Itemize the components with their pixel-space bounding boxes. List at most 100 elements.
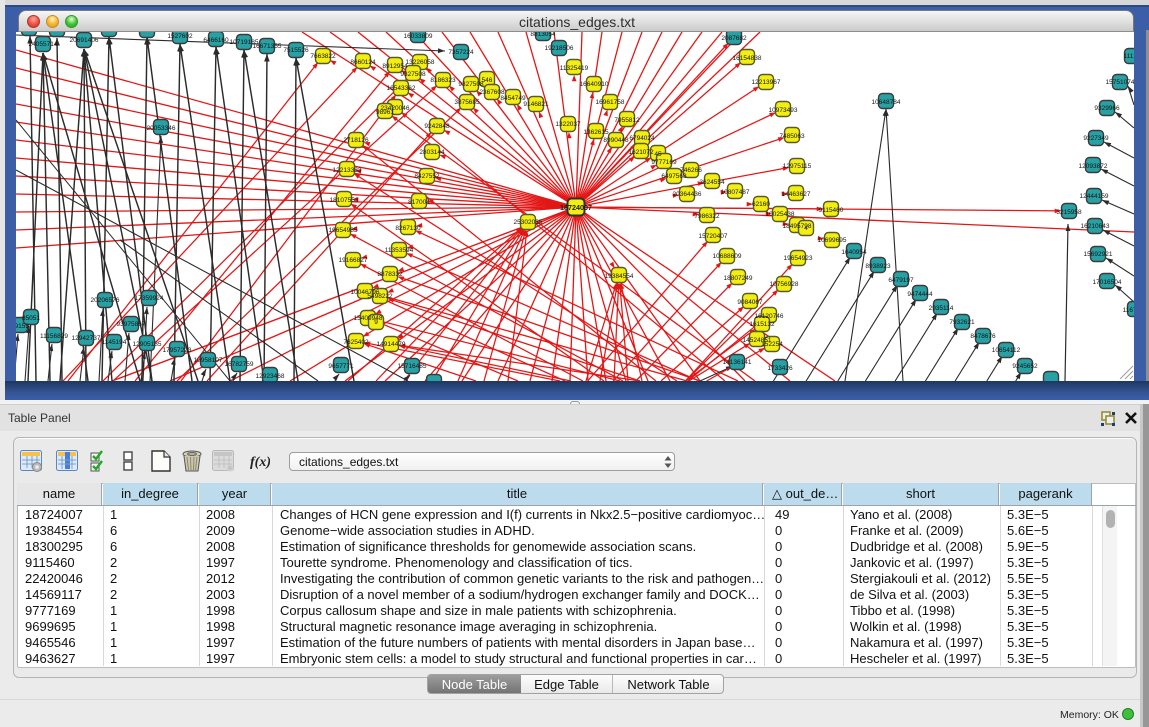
svg-text:85051: 85051 [22,315,40,322]
svg-text:13226058: 13226058 [406,59,435,66]
svg-text:16154838: 16154838 [733,55,762,62]
svg-text:93975867: 93975867 [117,321,146,328]
svg-text:20691406: 20691406 [70,37,99,44]
svg-text:f(x): f(x) [250,455,270,470]
svg-text:14914479: 14914479 [377,341,406,348]
svg-text:7625402: 7625402 [343,339,369,346]
svg-text:16120746: 16120746 [755,313,784,320]
svg-text:6466160: 6466160 [203,37,229,44]
svg-text:16640910: 16640910 [580,81,609,88]
svg-text:10756928: 10756928 [770,281,799,288]
svg-text:12905185: 12905185 [133,341,162,348]
svg-text:10973493: 10973493 [769,107,798,114]
svg-text:10699695: 10699695 [818,237,847,244]
svg-text:3215958: 3215958 [1056,209,1082,216]
svg-text:817004: 817004 [408,199,430,206]
svg-text:15409948: 15409948 [354,315,383,322]
svg-text:18807249: 18807249 [724,275,753,282]
svg-text:8186323: 8186323 [430,77,456,84]
svg-text:1362615: 1362615 [583,129,609,136]
svg-text:6497568: 6497568 [661,173,687,180]
svg-text:16210643: 16210643 [1081,223,1110,230]
svg-text:15720407: 15720407 [699,233,728,240]
svg-text:19166827: 19166827 [339,257,368,264]
svg-text:20206576: 20206576 [91,297,120,304]
svg-text:8878332: 8878332 [377,271,403,278]
svg-text:9146821: 9146821 [523,101,549,108]
svg-text:17957223: 17957223 [163,347,192,354]
svg-text:8813054: 8813054 [530,32,556,38]
svg-text:8478676: 8478676 [970,333,996,340]
svg-text:546: 546 [482,77,493,84]
svg-text:16671355: 16671355 [253,43,282,50]
svg-text:7357224: 7357224 [448,49,474,56]
svg-text:17359924: 17359924 [135,295,164,302]
svg-text:1167534: 1167534 [1123,307,1134,314]
svg-text:1621072: 1621072 [628,149,654,156]
svg-text:10654112: 10654112 [992,347,1021,354]
svg-text:12942737: 12942737 [72,335,101,342]
svg-text:1145194: 1145194 [102,339,127,346]
svg-text:3875685: 3875685 [454,99,480,106]
svg-text:6479197: 6479197 [888,277,914,284]
svg-text:15716485: 15716485 [398,363,427,370]
svg-text:8454749: 8454749 [500,95,526,102]
svg-text:10807487: 10807487 [721,189,750,196]
svg-text:12975115: 12975115 [783,163,812,170]
svg-text:14463627: 14463627 [782,191,811,198]
svg-text:3624554: 3624554 [699,179,725,186]
svg-text:19654985: 19654985 [329,227,358,234]
svg-text:2087682: 2087682 [721,35,747,42]
svg-text:1640954: 1640954 [841,249,867,256]
svg-text:10958107: 10958107 [194,357,223,364]
svg-text:1733426: 1733426 [767,365,793,372]
svg-text:24055714: 24055714 [29,41,58,48]
svg-text:12444159: 12444159 [1080,193,1109,200]
svg-text:1615132: 1615132 [749,321,775,328]
svg-text:19218506: 19218506 [545,45,574,52]
svg-text:7986322: 7986322 [694,213,720,220]
svg-text:7955812: 7955812 [614,117,640,124]
svg-text:20364436: 20364436 [673,191,702,198]
svg-text:15751074: 15751074 [1106,79,1134,86]
svg-text:9329966: 9329966 [1094,105,1120,112]
svg-text:12923468: 12923468 [256,373,285,380]
svg-text:6794024: 6794024 [629,135,655,142]
svg-text:11325419: 11325419 [560,65,589,72]
svg-text:10648784: 10648784 [872,99,901,106]
svg-text:9242848: 9242848 [424,123,450,130]
svg-text:7515526: 7515526 [283,47,309,54]
svg-text:10025438: 10025438 [766,211,795,218]
svg-text:2935114: 2935114 [929,305,954,312]
svg-text:1527602: 1527602 [167,33,193,40]
svg-text:5498222: 5498222 [367,293,393,300]
svg-text:9: 9 [374,319,378,326]
svg-text:62160: 62160 [752,201,770,208]
svg-text:12093872: 12093872 [1079,163,1108,170]
svg-text:11121: 11121 [1123,53,1134,60]
svg-text:17016504: 17016504 [1093,279,1122,286]
svg-text:9227349: 9227349 [1083,135,1109,142]
svg-text:7663822: 7663822 [310,53,336,60]
svg-text:11353594: 11353594 [385,247,414,254]
svg-text:9245652: 9245652 [1012,363,1038,370]
svg-text:9474444: 9474444 [907,291,933,298]
svg-text:9084067: 9084067 [737,299,763,306]
svg-text:9327508: 9327508 [458,81,484,88]
svg-text:16961758: 16961758 [596,99,625,106]
svg-text:11156829: 11156829 [40,333,68,340]
svg-text:18107553: 18107553 [330,197,359,204]
svg-text:1322037: 1322037 [555,121,581,128]
svg-text:16033809: 16033809 [404,33,433,40]
svg-text:4: 4 [804,225,808,232]
svg-text:8660124: 8660124 [350,59,376,66]
svg-text:9115460: 9115460 [819,207,844,214]
svg-text:15692921: 15692921 [1084,251,1113,258]
svg-text:19384554: 19384554 [605,273,634,280]
svg-text:16543362: 16543362 [387,85,416,92]
svg-text:12213967: 12213967 [752,79,781,86]
svg-text:16782759: 16782759 [225,361,254,368]
svg-text:14136141: 14136141 [723,359,752,366]
svg-text:8938923: 8938923 [865,263,891,270]
svg-text:9657771: 9657771 [328,363,354,370]
